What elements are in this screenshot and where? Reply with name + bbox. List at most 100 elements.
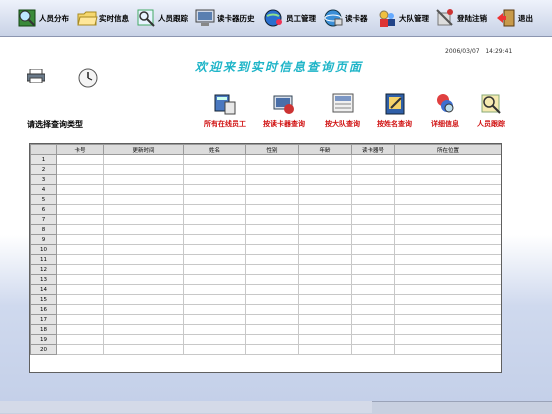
table-cell[interactable] (56, 164, 104, 175)
table-cell[interactable] (298, 304, 352, 315)
table-row[interactable]: 18 (30, 324, 501, 335)
table-cell[interactable] (298, 194, 352, 205)
table-cell[interactable] (245, 274, 299, 285)
table-cell[interactable] (245, 344, 299, 355)
table-cell[interactable] (183, 204, 246, 215)
table-cell[interactable] (298, 264, 352, 275)
table-cell[interactable] (351, 304, 395, 315)
table-row[interactable]: 8 (30, 224, 501, 235)
table-cell[interactable] (394, 214, 501, 225)
table-row[interactable]: 4 (30, 184, 501, 195)
column-header[interactable]: 卡号 (56, 144, 104, 155)
table-cell[interactable] (351, 184, 395, 195)
table-cell[interactable] (183, 304, 246, 315)
table-cell[interactable] (298, 214, 352, 225)
query-by-team-button[interactable]: 按大队查询 (325, 92, 360, 129)
table-cell[interactable] (298, 274, 352, 285)
table-cell[interactable] (103, 214, 184, 225)
table-cell[interactable] (394, 224, 501, 235)
table-row[interactable]: 15 (30, 294, 501, 305)
table-cell[interactable] (103, 334, 184, 345)
table-row[interactable]: 17 (30, 314, 501, 325)
table-cell[interactable] (351, 264, 395, 275)
table-cell[interactable] (298, 344, 352, 355)
table-row[interactable]: 19 (30, 334, 501, 345)
table-cell[interactable] (245, 234, 299, 245)
table-cell[interactable] (298, 174, 352, 185)
table-cell[interactable] (394, 244, 501, 255)
table-cell[interactable] (56, 304, 104, 315)
table-cell[interactable] (394, 294, 501, 305)
table-cell[interactable] (56, 194, 104, 205)
table-cell[interactable] (56, 324, 104, 335)
table-cell[interactable] (183, 284, 246, 295)
table-cell[interactable] (103, 344, 184, 355)
table-cell[interactable] (394, 184, 501, 195)
table-cell[interactable] (245, 154, 299, 165)
results-grid[interactable]: 卡号 更新时间 姓名 性别 年龄 读卡器号 所在位置 1 2 3 4 5 6 7 8 9 10 11… (29, 143, 502, 373)
table-cell[interactable] (103, 174, 184, 185)
table-cell[interactable] (183, 234, 246, 245)
table-cell[interactable] (103, 324, 184, 335)
table-cell[interactable] (103, 294, 184, 305)
table-cell[interactable] (298, 324, 352, 335)
table-cell[interactable] (245, 224, 299, 235)
table-cell[interactable] (351, 254, 395, 265)
table-cell[interactable] (298, 164, 352, 175)
toolbar-staff-management[interactable]: 员工管理 (263, 4, 316, 32)
print-button[interactable] (26, 68, 46, 84)
query-by-reader-button[interactable]: 按读卡器查询 (263, 92, 305, 129)
table-cell[interactable] (394, 324, 501, 335)
query-by-name-button[interactable]: 按姓名查询 (377, 92, 412, 129)
table-row[interactable]: 6 (30, 204, 501, 215)
table-cell[interactable] (351, 234, 395, 245)
table-cell[interactable] (56, 314, 104, 325)
table-cell[interactable] (183, 324, 246, 335)
table-cell[interactable] (56, 294, 104, 305)
table-cell[interactable] (103, 204, 184, 215)
table-cell[interactable] (183, 174, 246, 185)
table-cell[interactable] (183, 344, 246, 355)
table-cell[interactable] (103, 164, 184, 175)
table-cell[interactable] (103, 184, 184, 195)
table-cell[interactable] (103, 154, 184, 165)
table-cell[interactable] (103, 314, 184, 325)
table-cell[interactable] (298, 284, 352, 295)
table-cell[interactable] (298, 184, 352, 195)
table-cell[interactable] (245, 164, 299, 175)
table-cell[interactable] (245, 334, 299, 345)
table-cell[interactable] (183, 264, 246, 275)
table-cell[interactable] (56, 334, 104, 345)
table-cell[interactable] (298, 234, 352, 245)
query-all-online-button[interactable]: 所有在线员工 (204, 92, 246, 129)
table-row[interactable]: 10 (30, 244, 501, 255)
table-cell[interactable] (394, 274, 501, 285)
table-cell[interactable] (394, 234, 501, 245)
column-header[interactable]: 读卡器号 (351, 144, 395, 155)
table-cell[interactable] (245, 174, 299, 185)
table-cell[interactable] (56, 264, 104, 275)
table-cell[interactable] (245, 214, 299, 225)
table-cell[interactable] (394, 204, 501, 215)
table-cell[interactable] (298, 254, 352, 265)
table-cell[interactable] (56, 244, 104, 255)
table-cell[interactable] (56, 174, 104, 185)
column-header[interactable]: 姓名 (183, 144, 246, 155)
table-cell[interactable] (351, 194, 395, 205)
table-cell[interactable] (351, 344, 395, 355)
table-cell[interactable] (103, 194, 184, 205)
table-cell[interactable] (103, 284, 184, 295)
detail-info-button[interactable]: 详细信息 (431, 92, 459, 129)
table-cell[interactable] (56, 274, 104, 285)
column-header[interactable]: 所在位置 (394, 144, 501, 155)
column-header[interactable]: 更新时间 (103, 144, 184, 155)
table-row[interactable]: 14 (30, 284, 501, 295)
table-cell[interactable] (56, 184, 104, 195)
table-cell[interactable] (394, 284, 501, 295)
table-row[interactable]: 1 (30, 154, 501, 165)
toolbar-reader-history[interactable]: 读卡器历史 (194, 4, 255, 32)
table-cell[interactable] (183, 184, 246, 195)
table-cell[interactable] (183, 214, 246, 225)
table-cell[interactable] (351, 214, 395, 225)
table-cell[interactable] (298, 294, 352, 305)
